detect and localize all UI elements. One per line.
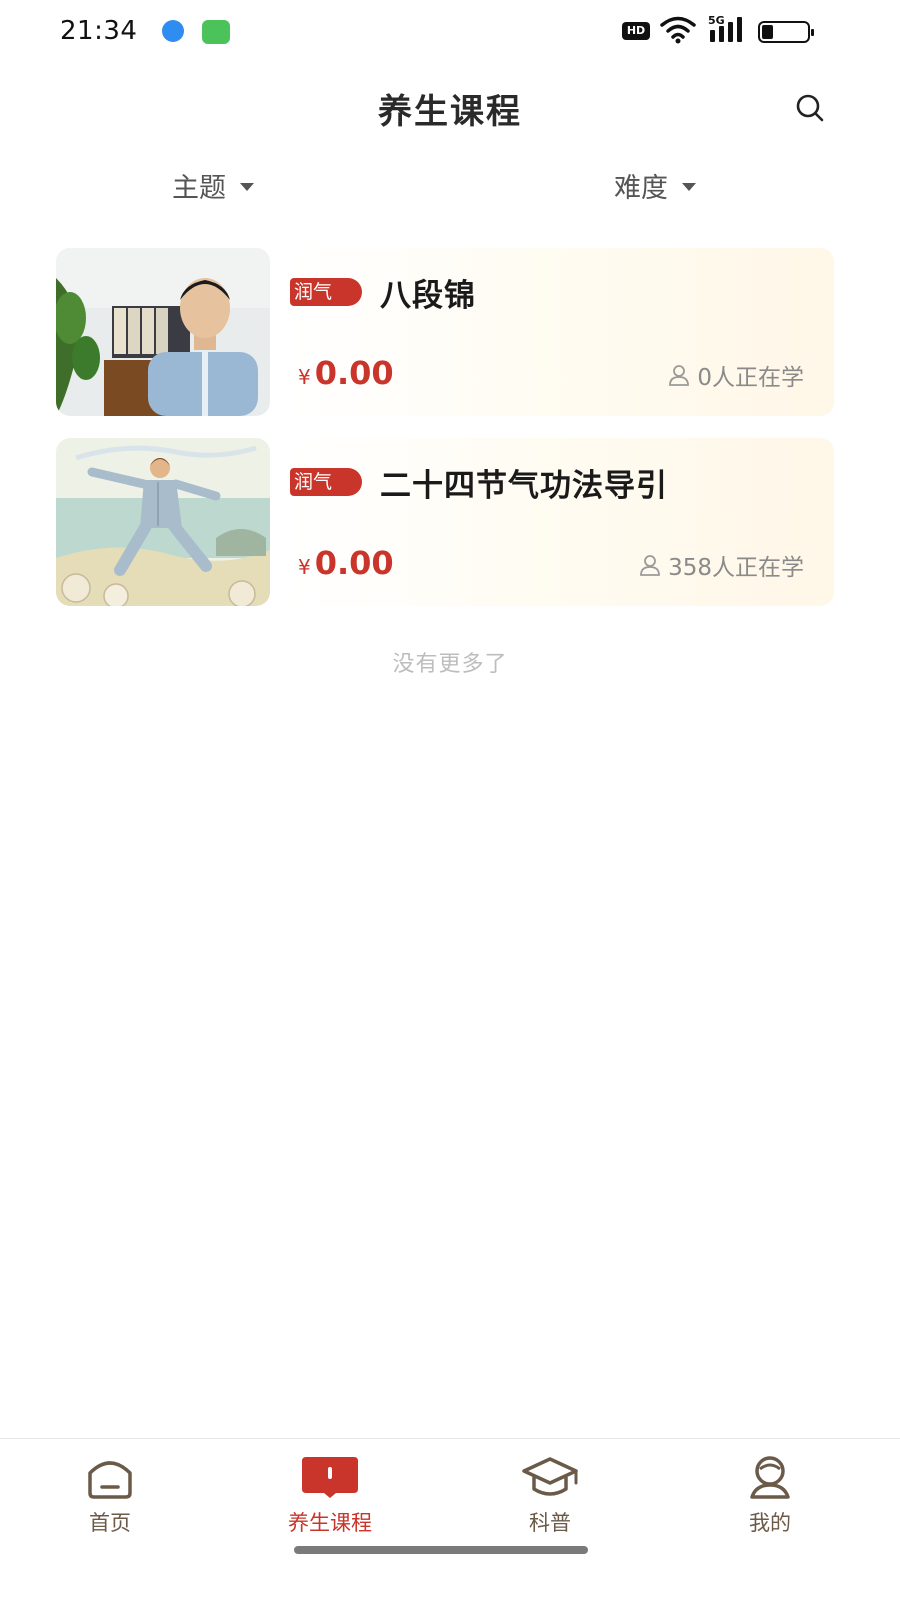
course-price: ¥ 0.00 [298,544,394,582]
course-tag: 润气 [290,468,362,496]
signal-5g-icon: 5G [708,14,742,42]
profile-icon [750,1456,790,1499]
nav-label: 科普 [529,1511,571,1535]
filter-topic[interactable]: 主题 [172,166,254,205]
wifi-icon [660,16,696,44]
learner-count: 358人正在学 [638,548,804,582]
network-label: 5G [708,14,725,27]
learner-count: 0人正在学 [667,358,804,392]
status-bar: 21:34 HD 5G [0,0,900,64]
course-tag: 润气 [290,278,362,306]
course-price: ¥ 0.00 [298,354,394,392]
battery-icon [758,21,814,43]
caret-down-icon [682,182,696,191]
learner-count-label: 0人正在学 [697,365,804,391]
message-green-icon [202,20,230,44]
course-thumbnail [56,248,270,416]
price-value: 0.00 [314,354,394,392]
filter-difficulty-label: 难度 [614,173,668,204]
person-icon [640,555,660,576]
person-icon [669,365,690,386]
graduation-cap-icon [522,1457,578,1496]
nav-label: 我的 [749,1511,791,1535]
taichi-illustration-thumbnail [56,438,270,606]
app-blue-icon [162,20,184,42]
instructor-video-thumbnail [56,248,270,416]
nav-item-science[interactable]: 科普 [480,1453,620,1537]
course-title: 八段锦 [380,278,476,314]
header: 养生课程 [0,64,900,148]
search-button[interactable] [790,88,830,128]
book-icon [302,1457,358,1498]
course-card[interactable]: 润气 八段锦 ¥ 0.00 0人正在学 [56,248,834,416]
search-icon [796,94,824,122]
filter-difficulty[interactable]: 难度 [614,166,696,205]
nav-label: 首页 [89,1511,131,1535]
nav-item-home[interactable]: 首页 [40,1453,180,1537]
list-end-message: 没有更多了 [392,652,508,677]
nav-label: 养生课程 [288,1511,372,1535]
course-info: 润气 八段锦 ¥ 0.00 0人正在学 [288,248,834,416]
home-indicator[interactable] [294,1546,588,1554]
nav-item-profile[interactable]: 我的 [700,1453,840,1537]
caret-down-icon [240,182,254,191]
home-icon [88,1461,132,1499]
battery-level-fill [762,25,773,39]
course-card[interactable]: 润气 二十四节气功法导引 ¥ 0.00 358人正在学 [56,438,834,606]
nav-item-courses[interactable]: 养生课程 [260,1453,400,1537]
status-time: 21:34 [60,16,138,46]
page-title: 养生课程 [378,92,522,132]
filter-bar: 主题 难度 [0,150,900,222]
filter-topic-label: 主题 [172,173,226,204]
bottom-nav: 首页 养生课程 科普 我的 [0,1438,900,1600]
price-symbol: ¥ [298,555,311,579]
price-value: 0.00 [314,544,394,582]
course-thumbnail [56,438,270,606]
hd-icon: HD [622,22,650,40]
course-info: 润气 二十四节气功法导引 ¥ 0.00 358人正在学 [288,438,834,606]
learner-count-label: 358人正在学 [668,555,804,581]
price-symbol: ¥ [298,365,311,389]
course-title: 二十四节气功法导引 [380,468,668,504]
